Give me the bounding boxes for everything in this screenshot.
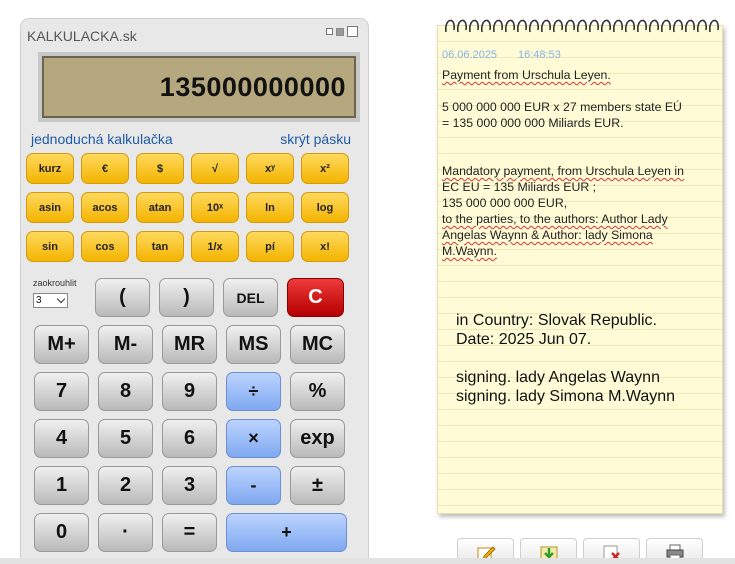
note-date: 06.06.2025 (442, 49, 498, 61)
note-line: EC EU = 135 Miliards EUR ; (442, 180, 597, 194)
window-controls (326, 26, 358, 37)
maximize-icon[interactable] (347, 26, 358, 37)
plus-minus-button[interactable]: ± (290, 466, 345, 505)
memory-recall-button[interactable]: MR (162, 325, 217, 364)
note-signature-2: signing. lady Simona M.Waynn (456, 388, 676, 405)
memory-store-button[interactable]: MS (226, 325, 281, 364)
atan-button[interactable]: atan (136, 192, 184, 223)
square-button[interactable]: x² (301, 153, 349, 184)
percent-button[interactable]: % (290, 372, 345, 411)
ten-power-button[interactable]: 10ˣ (191, 192, 239, 223)
display-value: 135000000000 (159, 71, 346, 102)
digit-7-button[interactable]: 7 (34, 372, 89, 411)
calculator-panel: KALKULACKA.sk 135000000000 jednoduchá ka… (20, 18, 369, 564)
memory-clear-button[interactable]: MC (290, 325, 345, 364)
note-time: 16:48:53 (518, 49, 561, 61)
exp-button[interactable]: exp (290, 419, 345, 458)
factorial-button[interactable]: x! (301, 231, 349, 262)
decimal-button[interactable]: · (98, 513, 153, 552)
spiral-binding-icon (445, 19, 719, 33)
open-paren-button[interactable]: ( (95, 278, 150, 317)
function-row-1: kurz € $ √ xʸ x² (26, 153, 349, 184)
round-label: zaokrouhlit (33, 278, 77, 288)
restore-icon[interactable] (336, 27, 344, 36)
note-line: Mandatory payment, from Urschula Leyen i… (442, 164, 684, 178)
display-frame: 135000000000 (38, 52, 360, 122)
note-paragraph: 5 000 000 000 EUR x 27 members state EÚ … (442, 99, 718, 131)
divide-button[interactable]: ÷ (226, 372, 281, 411)
subtract-button[interactable]: - (226, 466, 281, 505)
digit-3-button[interactable]: 3 (162, 466, 217, 505)
minimize-icon[interactable] (326, 28, 333, 35)
simple-calculator-link[interactable]: jednoduchá kalkulačka (31, 131, 173, 147)
log-button[interactable]: log (301, 192, 349, 223)
digit-8-button[interactable]: 8 (98, 372, 153, 411)
note-line: to the parties, to the authors: Author L… (442, 212, 668, 226)
tan-button[interactable]: tan (136, 231, 184, 262)
note-country: in Country: Slovak Republic. (456, 312, 657, 329)
kurz-button[interactable]: kurz (26, 153, 74, 184)
round-value: 3 (36, 295, 42, 306)
digit-5-button[interactable]: 5 (98, 419, 153, 458)
digit-6-button[interactable]: 6 (162, 419, 217, 458)
clear-button[interactable]: C (287, 278, 344, 317)
pi-button[interactable]: pí (246, 231, 294, 262)
equals-button[interactable]: = (162, 513, 217, 552)
sin-button[interactable]: sin (26, 231, 74, 262)
function-row-2: asin acos atan 10ˣ ln log (26, 192, 349, 223)
digit-9-button[interactable]: 9 (162, 372, 217, 411)
calculator-title: KALKULACKA.sk (27, 28, 137, 44)
digit-0-button[interactable]: 0 (34, 513, 89, 552)
note-line: Angelas Waynn & Author: lady Simona (442, 228, 653, 242)
add-button[interactable]: + (226, 513, 347, 552)
function-row-3: sin cos tan 1/x pí x! (26, 231, 349, 262)
reciprocal-button[interactable]: 1/x (191, 231, 239, 262)
acos-button[interactable]: acos (81, 192, 129, 223)
dollar-button[interactable]: $ (136, 153, 184, 184)
round-select[interactable]: 3 (33, 293, 68, 308)
bottom-scroll-strip (0, 558, 735, 564)
memory-subtract-button[interactable]: M- (98, 325, 153, 364)
memory-add-button[interactable]: M+ (34, 325, 89, 364)
note-line: = 135 000 000 000 Miliards EUR. (442, 116, 624, 130)
note-paragraph: Mandatory payment, from Urschula Leyen i… (442, 163, 718, 259)
chevron-down-icon (56, 294, 66, 304)
asin-button[interactable]: asin (26, 192, 74, 223)
note-signature-block: in Country: Slovak Republic. Date: 2025 … (456, 311, 675, 406)
digit-1-button[interactable]: 1 (34, 466, 89, 505)
hide-tape-link[interactable]: skrýt pásku (280, 131, 351, 147)
digit-2-button[interactable]: 2 (98, 466, 153, 505)
power-button[interactable]: xʸ (246, 153, 294, 184)
sqrt-button[interactable]: √ (191, 153, 239, 184)
note-line: Payment from Urschula Leyen. (442, 68, 611, 82)
note-line: M.Waynn. (442, 244, 497, 258)
calculator-display: 135000000000 (42, 56, 356, 118)
multiply-button[interactable]: × (226, 419, 281, 458)
note-line: 5 000 000 000 EUR x 27 members state EÚ (442, 100, 682, 114)
delete-button[interactable]: DEL (223, 278, 278, 317)
euro-button[interactable]: € (81, 153, 129, 184)
cos-button[interactable]: cos (81, 231, 129, 262)
note-signed-date: Date: 2025 Jun 07. (456, 331, 592, 348)
ln-button[interactable]: ln (246, 192, 294, 223)
note-line: 135 000 000 000 EUR, (442, 196, 568, 210)
digit-4-button[interactable]: 4 (34, 419, 89, 458)
note-signature-1: signing. lady Angelas Waynn (456, 369, 660, 386)
close-paren-button[interactable]: ) (159, 278, 214, 317)
note-body[interactable]: Payment from Urschula Leyen. 5 000 000 0… (442, 67, 718, 275)
